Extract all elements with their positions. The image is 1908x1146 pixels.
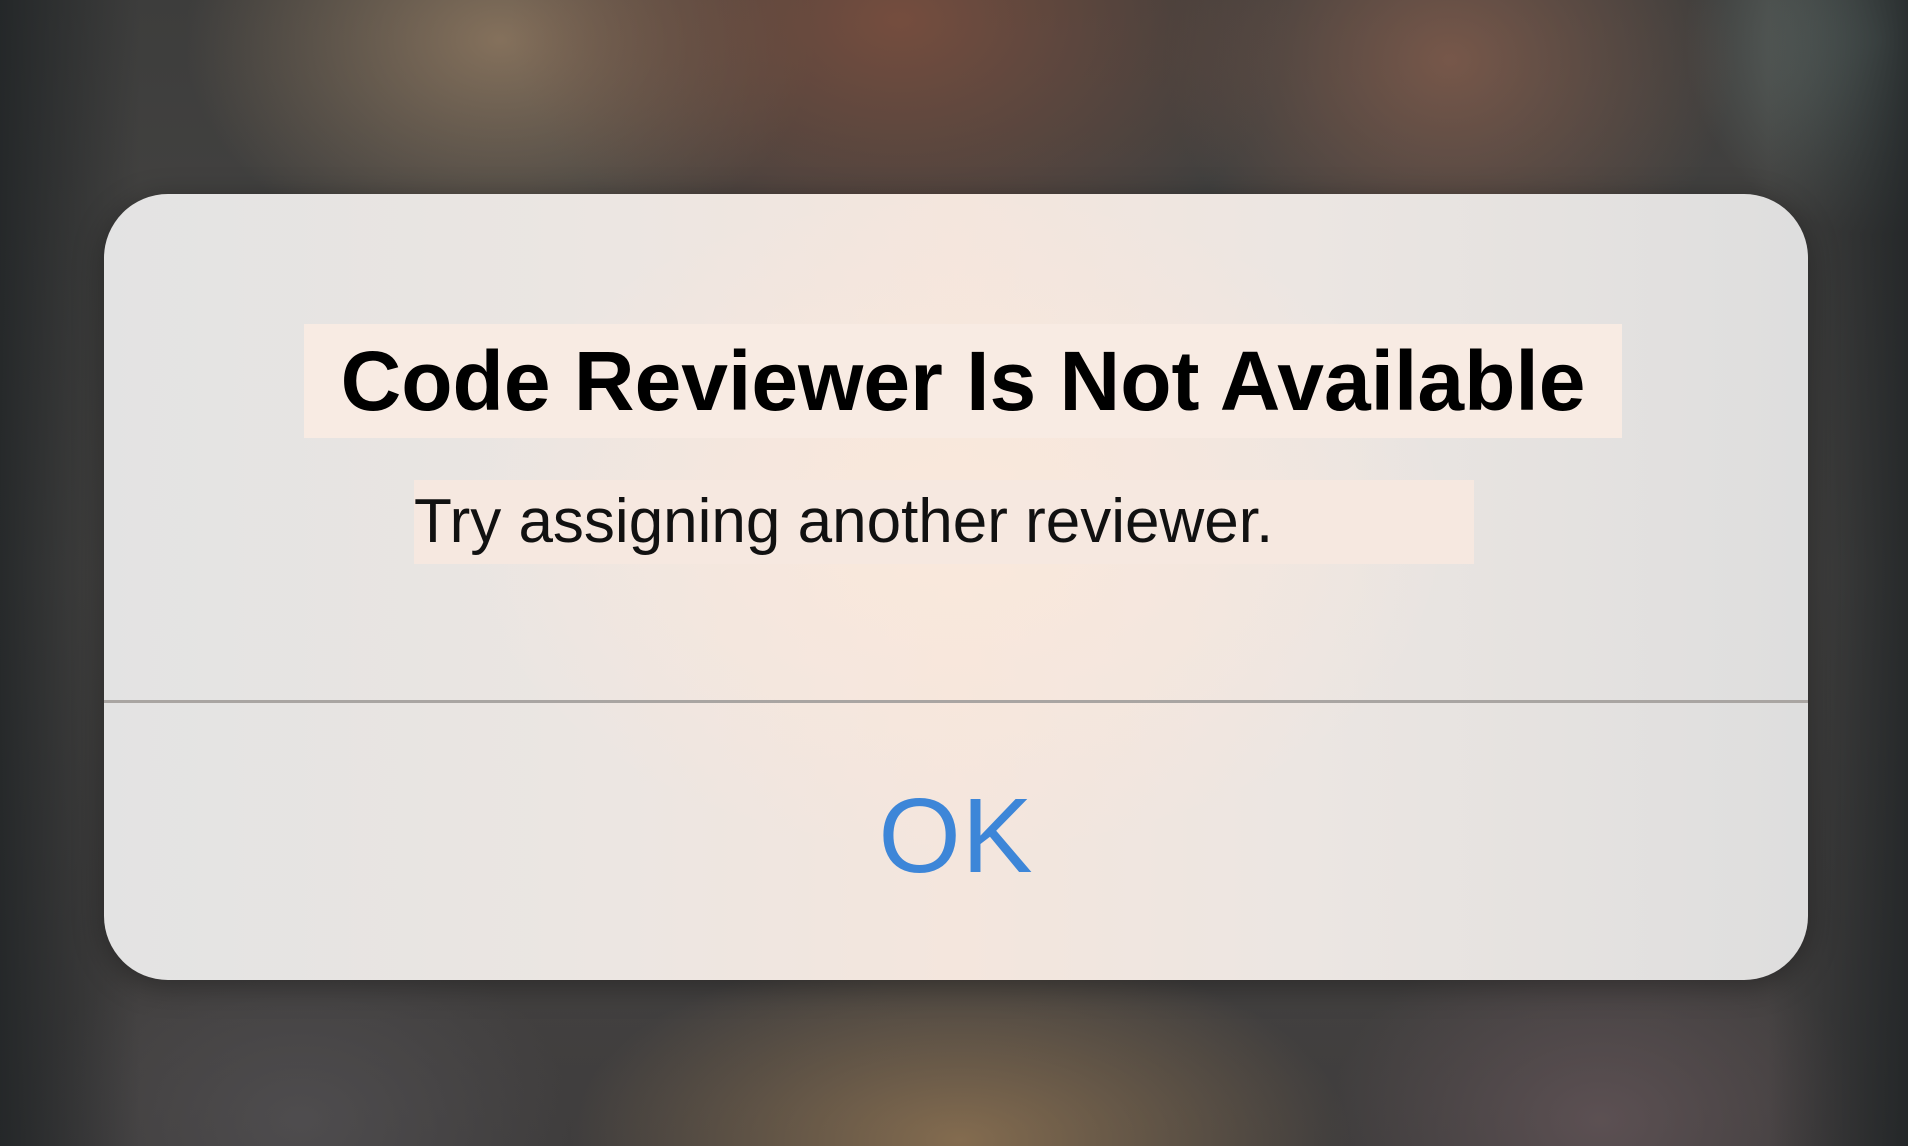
alert-body: Code Reviewer Is Not Available Try assig…: [104, 194, 1808, 700]
alert-message: Try assigning another reviewer.: [414, 480, 1474, 564]
alert-title: Code Reviewer Is Not Available: [304, 324, 1622, 438]
ok-button-label: OK: [878, 777, 1034, 895]
alert-dialog: Code Reviewer Is Not Available Try assig…: [104, 194, 1808, 980]
ok-button[interactable]: OK: [104, 703, 1808, 980]
